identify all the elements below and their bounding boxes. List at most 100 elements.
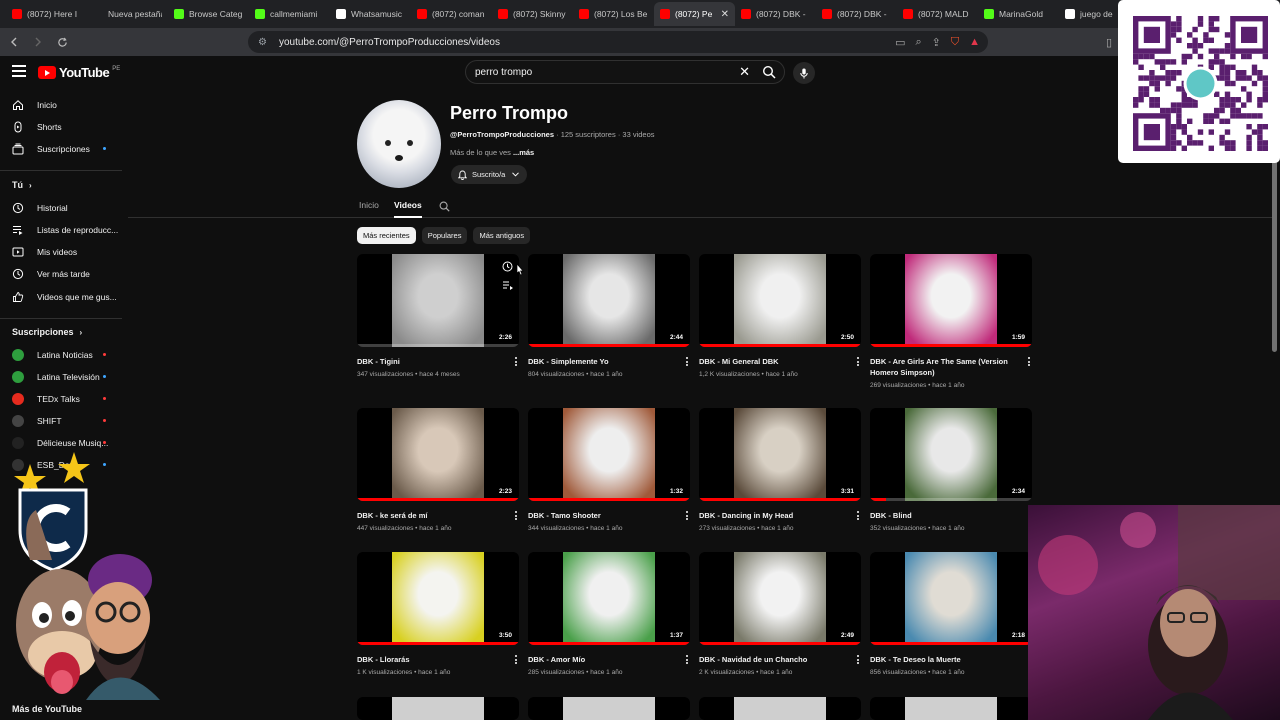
- subscribed-button[interactable]: Suscrito/a: [451, 165, 527, 184]
- channel-avatar[interactable]: [357, 100, 441, 188]
- sidebar-subscriptions-header[interactable]: Suscripciones ›: [12, 327, 82, 337]
- site-info-icon[interactable]: ⚙: [258, 37, 267, 48]
- search-input[interactable]: perro trompo ✕: [465, 60, 785, 84]
- more-options-icon[interactable]: [514, 511, 517, 520]
- video-thumbnail[interactable]: [870, 697, 1032, 720]
- video-card[interactable]: 1:59 DBK - Are Girls Are The Same (Versio…: [870, 254, 1032, 389]
- sidebar-subscription-item[interactable]: Latina Noticias: [12, 344, 93, 366]
- browser-tab[interactable]: (8072) Here I: [6, 2, 87, 26]
- sidebar-item-like[interactable]: Videos que me gus...: [12, 286, 117, 308]
- video-thumbnail[interactable]: 1:37: [528, 552, 690, 645]
- reload-icon[interactable]: [52, 32, 72, 52]
- more-options-icon[interactable]: [685, 655, 688, 664]
- sidebar-item-home[interactable]: Inicio: [12, 94, 57, 116]
- more-options-icon[interactable]: [514, 655, 517, 664]
- video-title[interactable]: DBK - Mi General DBK: [699, 356, 845, 367]
- video-thumbnail[interactable]: 2:18: [870, 552, 1032, 645]
- more-options-icon[interactable]: [856, 357, 859, 366]
- video-thumbnail[interactable]: [357, 697, 519, 720]
- video-card[interactable]: 2:34 DBK - Blind 352 visualizaciones • hac…: [870, 408, 1032, 543]
- browser-tab[interactable]: callmemiami: [249, 2, 330, 26]
- video-title[interactable]: DBK - Llorarás: [357, 654, 503, 665]
- video-thumbnail[interactable]: 3:31: [699, 408, 861, 501]
- video-thumbnail[interactable]: 2:26: [357, 254, 519, 347]
- watch-later-hover-icon[interactable]: [502, 259, 513, 277]
- tab-inicio[interactable]: Inicio: [359, 200, 379, 210]
- video-card[interactable]: [870, 697, 1032, 720]
- chip-most-recent[interactable]: Más recientes: [357, 227, 416, 244]
- sidebar-item-watch-later[interactable]: Ver más tarde: [12, 263, 90, 285]
- more-options-icon[interactable]: [514, 357, 517, 366]
- share-icon[interactable]: ⇪: [932, 36, 941, 49]
- video-title[interactable]: DBK - Tamo Shooter: [528, 510, 674, 521]
- browser-tab[interactable]: (8072) Pe ✕: [654, 2, 735, 26]
- sidebar-subscription-item[interactable]: Latina Televisión: [12, 366, 100, 388]
- video-thumbnail[interactable]: 3:50: [357, 552, 519, 645]
- menu-icon[interactable]: [12, 65, 26, 77]
- video-thumbnail[interactable]: 2:23: [357, 408, 519, 501]
- browser-tab[interactable]: Browse Categ: [168, 2, 249, 26]
- more-options-icon[interactable]: [856, 511, 859, 520]
- video-card[interactable]: 2:18 DBK - Te Deseo la Muerte 856 visualiz…: [870, 552, 1032, 687]
- sidebar-subscription-item[interactable]: TEDx Talks: [12, 388, 80, 410]
- clear-search-icon[interactable]: ✕: [739, 64, 750, 80]
- video-title[interactable]: DBK - Are Girls Are The Same (Version Ho…: [870, 356, 1016, 378]
- video-card[interactable]: 2:23 DBK - ke será de mí 447 visualizacion…: [357, 408, 519, 543]
- sidebar-item-subscriptions[interactable]: Suscripciones: [12, 138, 90, 160]
- video-card[interactable]: 2:44 DBK - Simplemente Yo 804 visualizacio…: [528, 254, 690, 389]
- sidebar-item-playlist[interactable]: Listas de reproducc...: [12, 219, 118, 241]
- youtube-logo[interactable]: YouTube PE: [38, 65, 120, 80]
- sidebar-toggle-icon[interactable]: ▯: [1106, 36, 1112, 49]
- cast-icon[interactable]: ▭: [895, 36, 905, 49]
- browser-tab[interactable]: (8072) DBK -: [735, 2, 816, 26]
- video-card[interactable]: 3:31 DBK - Dancing in My Head 273 visualiz…: [699, 408, 861, 543]
- more-options-icon[interactable]: [856, 655, 859, 664]
- close-tab-icon[interactable]: ✕: [721, 9, 729, 20]
- video-title[interactable]: DBK - Simplemente Yo: [528, 356, 674, 367]
- more-options-icon[interactable]: [685, 357, 688, 366]
- video-title[interactable]: DBK - Tigini: [357, 356, 503, 367]
- forward-icon[interactable]: [28, 32, 48, 52]
- sidebar-item-history[interactable]: Historial: [12, 197, 68, 219]
- video-thumbnail[interactable]: 1:59: [870, 254, 1032, 347]
- browser-tab[interactable]: (8072) Los Be: [573, 2, 654, 26]
- browser-tab[interactable]: Nueva pestaña: [87, 2, 168, 26]
- video-thumbnail[interactable]: 1:32: [528, 408, 690, 501]
- video-thumbnail[interactable]: [699, 697, 861, 720]
- video-thumbnail[interactable]: 2:44: [528, 254, 690, 347]
- video-card[interactable]: 2:50 DBK - Mi General DBK 1,2 K visualizac…: [699, 254, 861, 389]
- video-card[interactable]: [699, 697, 861, 720]
- video-card[interactable]: 1:32 DBK - Tamo Shooter 344 visualizacione…: [528, 408, 690, 543]
- video-title[interactable]: DBK - ke será de mí: [357, 510, 503, 521]
- browser-tab[interactable]: MarinaGold: [978, 2, 1059, 26]
- video-title[interactable]: DBK - Navidad de un Chancho: [699, 654, 845, 665]
- video-title[interactable]: DBK - Te Deseo la Muerte: [870, 654, 1016, 665]
- browser-tab[interactable]: (8072) coman: [411, 2, 492, 26]
- video-title[interactable]: DBK - Amor Mío: [528, 654, 674, 665]
- video-thumbnail[interactable]: 2:34: [870, 408, 1032, 501]
- add-to-queue-icon[interactable]: [503, 277, 513, 295]
- video-card[interactable]: 2:26 DBK - Tigini 347 visualizaciones • ha…: [357, 254, 519, 389]
- channel-description[interactable]: Más de lo que ves ...más: [450, 148, 534, 157]
- tab-videos[interactable]: Videos: [394, 200, 422, 210]
- more-options-icon[interactable]: [685, 511, 688, 520]
- brave-shield-icon[interactable]: ⛉: [951, 36, 959, 49]
- browser-tab[interactable]: (8072) DBK -: [816, 2, 897, 26]
- video-title[interactable]: DBK - Blind: [870, 510, 1016, 521]
- video-card[interactable]: 3:50 DBK - Llorarás 1 K visualizaciones • …: [357, 552, 519, 687]
- brave-rewards-icon[interactable]: ▲: [969, 36, 980, 48]
- sidebar-subscription-item[interactable]: SHIFT: [12, 410, 62, 432]
- video-thumbnail[interactable]: 2:49: [699, 552, 861, 645]
- video-card[interactable]: [528, 697, 690, 720]
- zoom-icon[interactable]: ⌕: [915, 36, 921, 49]
- video-card[interactable]: 1:37 DBK - Amor Mío 285 visualizaciones • …: [528, 552, 690, 687]
- browser-tab[interactable]: Whatsamusic: [330, 2, 411, 26]
- video-title[interactable]: DBK - Dancing in My Head: [699, 510, 845, 521]
- video-thumbnail[interactable]: 2:50: [699, 254, 861, 347]
- search-icon[interactable]: [762, 65, 776, 79]
- back-icon[interactable]: [4, 32, 24, 52]
- sidebar-you-header[interactable]: Tú ›: [12, 180, 32, 190]
- chip-oldest[interactable]: Más antiguos: [473, 227, 531, 244]
- sidebar-item-shorts[interactable]: Shorts: [12, 116, 62, 138]
- chip-popular[interactable]: Populares: [421, 227, 468, 244]
